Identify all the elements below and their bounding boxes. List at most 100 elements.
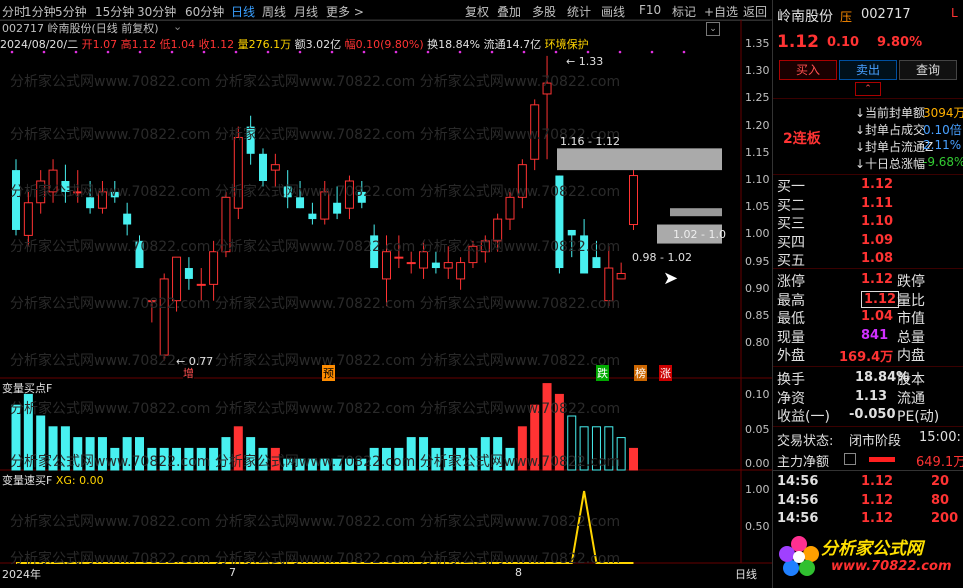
candle[interactable] bbox=[629, 170, 638, 230]
tool-button-2[interactable]: 多股 bbox=[532, 3, 556, 20]
watermark-text: 分析家公式网www.70822.com 分析家公式网www.70822.com … bbox=[10, 127, 621, 143]
tool-button-8[interactable]: 返回 bbox=[743, 3, 767, 20]
watermark-text: 分析家公式网www.70822.com 分析家公式网www.70822.com … bbox=[10, 454, 621, 470]
order-book-label: 买二 bbox=[777, 197, 805, 214]
seal-row-value: 2.11% bbox=[923, 138, 962, 152]
candle[interactable] bbox=[456, 257, 466, 290]
period-tab-8[interactable]: 月线 bbox=[294, 3, 318, 20]
signal-dot bbox=[650, 50, 654, 54]
date-axis-period: 日线 bbox=[735, 568, 757, 581]
watermark-text: 分析家公式网www.70822.com 分析家公式网www.70822.com … bbox=[10, 551, 621, 567]
float-value: 14.7亿 bbox=[505, 38, 542, 51]
mouse-cursor-icon: ➤ bbox=[663, 268, 679, 289]
buy-button[interactable]: 买入 bbox=[779, 60, 837, 80]
period-tab-5[interactable]: 60分钟 bbox=[185, 3, 224, 20]
close-value: 1.12 bbox=[209, 38, 235, 51]
order-book-price[interactable]: 1.10 bbox=[861, 214, 893, 229]
tool-button-1[interactable]: 叠加 bbox=[497, 3, 521, 20]
indicator2-tick: 0.50 bbox=[745, 520, 770, 533]
tool-button-0[interactable]: 复权 bbox=[465, 3, 489, 20]
tool-button-4[interactable]: 画线 bbox=[601, 3, 625, 20]
watermark-text: 分析家公式网www.70822.com 分析家公式网www.70822.com … bbox=[10, 74, 621, 90]
stat2-value: 1.13 bbox=[855, 388, 888, 404]
band-label-1: 1.16 - 1.12 bbox=[560, 135, 620, 148]
price-tick: 1.30 bbox=[745, 64, 770, 78]
order-book-price[interactable]: 1.09 bbox=[861, 233, 893, 248]
seal-row-label: ↓十日总涨幅 bbox=[855, 157, 926, 171]
tick-time: 14:56 bbox=[777, 474, 819, 489]
period-tab-4[interactable]: 30分钟 bbox=[137, 3, 176, 20]
tag-yu[interactable]: 预 bbox=[322, 365, 335, 381]
trade-state-label: 交易状态: bbox=[777, 434, 834, 449]
chart-title-dropdown-icon[interactable]: ⌄ bbox=[173, 20, 182, 33]
candle[interactable] bbox=[616, 262, 626, 280]
candle[interactable] bbox=[123, 202, 132, 236]
candle[interactable] bbox=[308, 202, 317, 225]
turnover-label: 换 bbox=[427, 38, 439, 51]
sector-label[interactable]: 环境保护 bbox=[545, 38, 589, 51]
order-book-price[interactable]: 1.08 bbox=[861, 251, 893, 266]
quote-panel: 岭南股份 压 002717 L 1.12 0.10 9.80% 买入 卖出 查询… bbox=[772, 0, 963, 588]
stat2-right-label: 流通 bbox=[897, 390, 925, 407]
signal-dot bbox=[682, 50, 686, 54]
period-tab-1[interactable]: 1分钟 bbox=[24, 3, 56, 20]
price-tick: 1.15 bbox=[745, 145, 770, 159]
period-tab-2[interactable]: 5分钟 bbox=[55, 3, 87, 20]
band-label-3: 0.98 - 1.02 bbox=[632, 251, 692, 264]
price-tick: 0.95 bbox=[745, 254, 770, 268]
period-tab-6[interactable]: 日线 bbox=[231, 3, 255, 20]
main-net-bar bbox=[869, 457, 895, 462]
order-book-price[interactable]: 1.12 bbox=[861, 177, 893, 192]
pressure-band-1 bbox=[557, 148, 722, 171]
indicator1-title[interactable]: 变量买点F bbox=[2, 380, 52, 396]
sell-button[interactable]: 卖出 bbox=[839, 60, 897, 80]
period-tab-7[interactable]: 周线 bbox=[262, 3, 286, 20]
candle[interactable] bbox=[184, 257, 193, 290]
tool-button-3[interactable]: 统计 bbox=[567, 3, 591, 20]
period-tab-3[interactable]: 15分钟 bbox=[95, 3, 134, 20]
tag-die[interactable]: 跌 bbox=[596, 365, 609, 381]
pressure-band-2 bbox=[670, 208, 722, 217]
stat2-label: 换手 bbox=[777, 372, 805, 388]
indicator2-tick: 1.00 bbox=[745, 483, 770, 496]
high-annotation: ← 1.33 bbox=[566, 55, 604, 68]
volume-label: 量 bbox=[237, 38, 249, 51]
tag-zeng[interactable]: 增 bbox=[183, 365, 194, 381]
tool-button-5[interactable]: F10 bbox=[639, 3, 661, 17]
stat-label: 涨停 bbox=[777, 274, 805, 290]
order-book-price[interactable]: 1.11 bbox=[861, 196, 893, 211]
tick-price: 1.12 bbox=[861, 511, 894, 526]
candle[interactable] bbox=[159, 273, 169, 361]
float-label: 流通 bbox=[483, 38, 506, 51]
query-button[interactable]: 查询 bbox=[899, 60, 957, 80]
watermark-text: 分析家公式网www.70822.com 分析家公式网www.70822.com … bbox=[10, 296, 621, 312]
date-axis-month8: 8 bbox=[515, 566, 522, 579]
logo-text: 分析家公式网 bbox=[821, 539, 923, 559]
watermark-text: 分析家公式网www.70822.com 分析家公式网www.70822.com … bbox=[10, 353, 621, 369]
stat-right-label: 量比 bbox=[897, 292, 925, 309]
stat-right-label: 总量 bbox=[897, 329, 925, 346]
period-tab-9[interactable]: 更多 > bbox=[326, 3, 364, 20]
stat2-value: -0.050 bbox=[849, 407, 896, 422]
chart-settings-icon[interactable]: ⌄ bbox=[706, 22, 720, 36]
tag-bang[interactable]: 榜 bbox=[634, 365, 647, 381]
price-tick: 1.20 bbox=[745, 118, 770, 132]
indicator2-title[interactable]: 变量速买F XG: 0.00 bbox=[2, 472, 104, 488]
watermark-text: 分析家公式网www.70822.com 分析家公式网www.70822.com … bbox=[10, 401, 621, 417]
price-tick: 0.85 bbox=[745, 309, 770, 322]
period-tab-0[interactable]: 分时 bbox=[2, 3, 26, 20]
tool-button-7[interactable]: +自选 bbox=[704, 3, 738, 20]
change-value: 0.10(9.80%) bbox=[355, 38, 424, 51]
stat-value: 841 bbox=[861, 327, 889, 343]
tick-volume: 20 bbox=[931, 474, 950, 489]
stat-value: 1.04 bbox=[861, 309, 894, 324]
main-net-list-icon[interactable] bbox=[844, 453, 856, 465]
ohlc-info-line: 2024/08/20/二 开1.07 高1.12 低1.04 收1.12 量27… bbox=[0, 36, 589, 52]
date-label: 2024/08/20/二 bbox=[0, 38, 79, 51]
tag-zhang[interactable]: 涨 bbox=[659, 365, 672, 381]
collapse-toggle-icon[interactable]: ⌃ bbox=[855, 82, 881, 96]
stat-right-label: 跌停 bbox=[897, 274, 925, 290]
order-book-label: 买五 bbox=[777, 253, 805, 269]
price-tick: 1.10 bbox=[745, 173, 770, 186]
tool-button-6[interactable]: 标记 bbox=[672, 3, 696, 20]
